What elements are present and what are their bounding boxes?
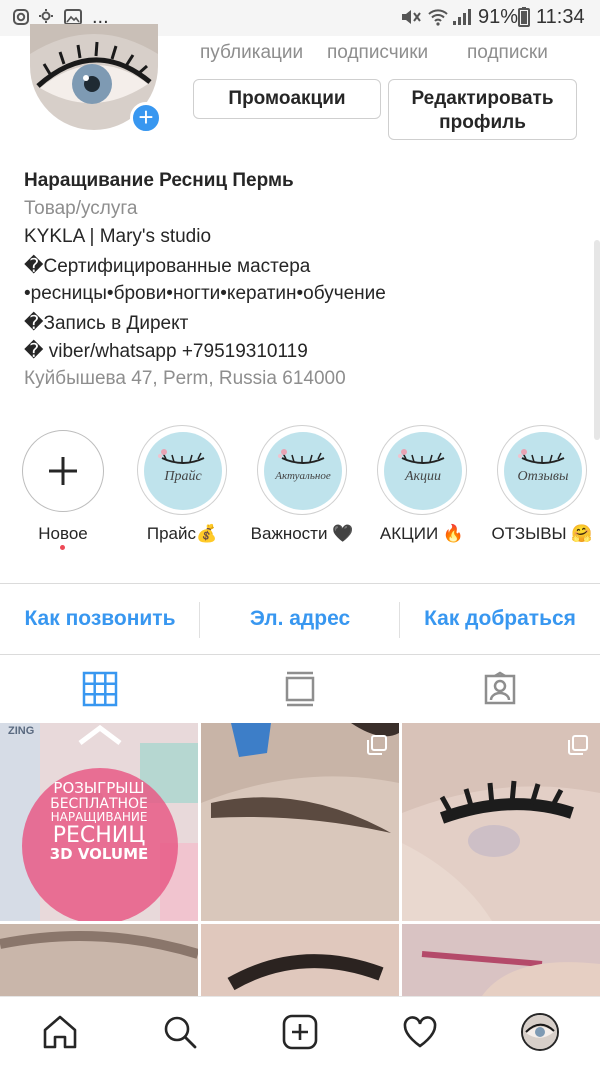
- post-giveaway[interactable]: ZING РОЗЫГРЫШ БЕСПЛАТНОЕ НАРАЩИВАНИЕ РЕС…: [0, 723, 198, 921]
- avatar-icon: [523, 1015, 557, 1049]
- tagged-icon[interactable]: [482, 671, 518, 707]
- profile-category: Товар/услуга: [24, 198, 138, 219]
- highlight-reviews[interactable]: Отзывы: [497, 425, 587, 515]
- brand-label: ZING: [8, 725, 35, 737]
- bio-line-5[interactable]: � viber/whatsapp +79519310119: [24, 340, 308, 363]
- multiple-photos-icon: [568, 735, 588, 755]
- highlight-label-important: Важности 🖤: [250, 524, 354, 543]
- highlight-cover-text: Акции: [404, 469, 442, 484]
- highlight-cover: Прайс: [144, 432, 222, 510]
- highlight-cover-text: Прайс: [164, 469, 202, 484]
- giveaway-text: РОЗЫГРЫШ БЕСПЛАТНОЕ НАРАЩИВАНИЕ РЕСНИЦ 3…: [0, 779, 198, 864]
- contact-bar: Как позвонить Эл. адрес Как добраться: [0, 583, 600, 655]
- post-procedure[interactable]: [402, 924, 600, 996]
- mute-icon: [402, 10, 421, 24]
- post-eyebrow[interactable]: [201, 723, 399, 921]
- signal-icon: [453, 9, 471, 25]
- multiple-photos-icon: [367, 735, 387, 755]
- highlight-cover-text: Отзывы: [517, 469, 569, 484]
- bio-line-2: �Сертифицированные мастера: [24, 256, 311, 277]
- profile-tabs: [0, 655, 600, 723]
- promotions-button[interactable]: Промоакции: [193, 79, 381, 119]
- battery-icon: [518, 7, 530, 27]
- posts-label[interactable]: публикации: [200, 42, 303, 64]
- edit-profile-button[interactable]: Редактировать профиль: [388, 79, 577, 140]
- search-icon[interactable]: [161, 1013, 199, 1051]
- promotions-button-label: Промоакции: [228, 88, 346, 109]
- profile-name: Наращивание Ресниц Пермь: [24, 170, 294, 191]
- home-icon[interactable]: [41, 1013, 79, 1051]
- post-photo: [402, 924, 600, 996]
- scroll-indicator: [594, 240, 600, 440]
- edit-profile-label-line2: профиль: [439, 112, 526, 133]
- followers-label[interactable]: подписчики: [327, 42, 428, 64]
- following-label[interactable]: подписки: [467, 42, 548, 64]
- highlight-promos[interactable]: Акции: [377, 425, 467, 515]
- bio-line-1: KYKLA | Mary's studio: [24, 226, 212, 247]
- highlight-cover: Акции: [384, 432, 462, 510]
- instagram-notification-icon: [13, 9, 29, 25]
- giveaway-line1: РОЗЫГРЫШ: [53, 779, 145, 797]
- feed-icon[interactable]: [282, 671, 318, 707]
- highlight-cover: Отзывы: [504, 432, 582, 510]
- new-highlight-button[interactable]: [22, 430, 104, 512]
- clock: 11:34: [536, 6, 585, 28]
- directions-button[interactable]: Как добраться: [400, 584, 600, 656]
- post-face[interactable]: [0, 924, 198, 996]
- profile-avatar-tab[interactable]: [521, 1013, 559, 1051]
- post-lash-closeup[interactable]: [201, 924, 399, 996]
- email-button[interactable]: Эл. адрес: [200, 584, 400, 656]
- new-indicator-dot: [60, 545, 65, 550]
- battery-percent: 91%: [478, 6, 519, 28]
- giveaway-line5: 3D VOLUME: [49, 845, 149, 864]
- post-photo: [0, 924, 198, 996]
- bio-line-4: �Запись в Директ: [24, 313, 189, 334]
- post-photo: [201, 924, 399, 996]
- new-post-icon[interactable]: [281, 1013, 319, 1051]
- highlight-important[interactable]: Актуальное: [257, 425, 347, 515]
- plus-icon: [49, 457, 77, 485]
- highlight-label-promos: АКЦИИ 🔥: [379, 524, 465, 543]
- bottom-navigation: [0, 996, 600, 1067]
- bio-line-3: •ресницы•брови•ногти•кератин•обучение: [24, 283, 386, 304]
- add-story-button[interactable]: +: [130, 102, 162, 134]
- call-button[interactable]: Как позвонить: [0, 584, 200, 656]
- grid-icon[interactable]: [82, 671, 118, 707]
- wifi-icon: [428, 9, 448, 26]
- giveaway-line2: БЕСПЛАТНОЕ: [50, 795, 148, 812]
- highlight-label-reviews: ОТЗЫВЫ 🤗: [491, 524, 593, 543]
- highlight-cover: Актуальное: [264, 432, 342, 510]
- highlight-cover-text: Актуальное: [275, 470, 331, 482]
- highlight-price[interactable]: Прайс: [137, 425, 227, 515]
- post-lashes[interactable]: [402, 723, 600, 921]
- edit-profile-label-line1: Редактировать: [411, 88, 554, 109]
- activity-heart-icon[interactable]: [401, 1013, 439, 1051]
- highlight-label-price: Прайс💰: [146, 524, 218, 543]
- address[interactable]: Куйбышева 47, Perm, Russia 614000: [24, 368, 346, 390]
- giveaway-line4: РЕСНИЦ: [52, 823, 146, 849]
